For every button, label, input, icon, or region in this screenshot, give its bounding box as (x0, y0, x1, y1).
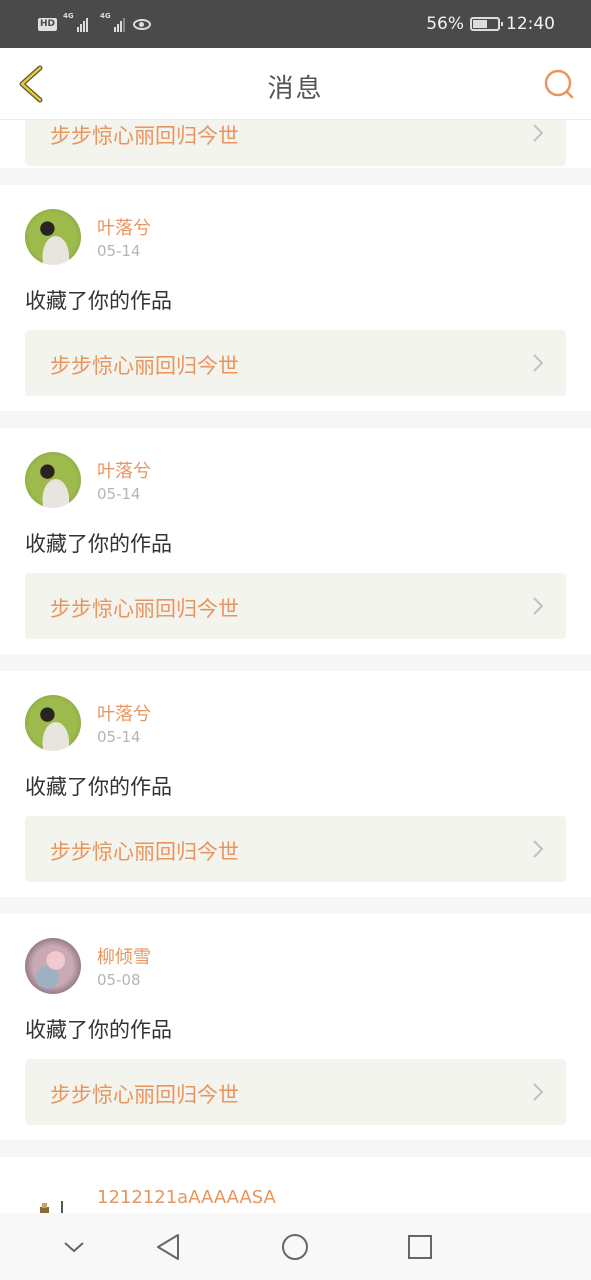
message-text: 收藏了你的作品 (25, 775, 172, 799)
message-card-partial: 1212121aAAAAASA (0, 1157, 591, 1213)
avatar[interactable] (25, 938, 81, 994)
system-home-button[interactable] (278, 1230, 312, 1264)
message-text: 收藏了你的作品 (25, 532, 172, 556)
user-name[interactable]: 叶落兮 (97, 457, 151, 483)
message-card: 叶落兮 05-14 收藏了你的作品 步步惊心丽回归今世 (0, 671, 591, 897)
message-card: 叶落兮 05-14 收藏了你的作品 步步惊心丽回归今世 (0, 185, 591, 411)
message-date: 05-14 (97, 728, 141, 746)
status-bar: HD 4G 4G 56% 12:40 (0, 0, 591, 48)
work-title: 步步惊心丽回归今世 (50, 597, 239, 621)
avatar-icon[interactable] (38, 1199, 68, 1213)
message-date: 05-14 (97, 485, 141, 503)
work-title: 步步惊心丽回归今世 (50, 354, 239, 378)
recents-square-icon (408, 1235, 432, 1259)
search-icon (544, 69, 574, 99)
home-circle-icon (282, 1234, 308, 1260)
system-nav-bar (0, 1213, 591, 1280)
chevron-right-icon (533, 1083, 544, 1101)
work-link[interactable]: 步步惊心丽回归今世 (25, 120, 566, 166)
chevron-down-icon (64, 1242, 84, 1253)
work-link[interactable]: 步步惊心丽回归今世 (25, 573, 566, 639)
battery-percent: 56% (426, 14, 464, 34)
clock: 12:40 (506, 14, 555, 34)
battery-icon (470, 17, 503, 31)
message-card-partial: 步步惊心丽回归今世 (0, 120, 591, 168)
divider (0, 654, 591, 671)
user-name[interactable]: 叶落兮 (97, 214, 151, 240)
divider (0, 168, 591, 185)
divider (0, 897, 591, 914)
hide-nav-button[interactable] (57, 1230, 91, 1264)
work-link[interactable]: 步步惊心丽回归今世 (25, 816, 566, 882)
search-button[interactable] (543, 68, 575, 100)
work-title: 步步惊心丽回归今世 (50, 840, 239, 864)
avatar[interactable] (25, 209, 81, 265)
chevron-right-icon (533, 840, 544, 858)
message-card: 柳倾雪 05-08 收藏了你的作品 步步惊心丽回归今世 (0, 914, 591, 1140)
hd-badge: HD (38, 17, 58, 31)
message-list[interactable]: 步步惊心丽回归今世 叶落兮 05-14 收藏了你的作品 步步惊心丽回归今世 叶落… (0, 120, 591, 1213)
user-name[interactable]: 叶落兮 (97, 700, 151, 726)
message-date: 05-08 (97, 971, 141, 989)
work-link[interactable]: 步步惊心丽回归今世 (25, 330, 566, 396)
signal-icon-2: 4G (100, 12, 126, 32)
chevron-right-icon (533, 124, 544, 142)
chevron-right-icon (533, 354, 544, 372)
user-name[interactable]: 柳倾雪 (97, 943, 151, 969)
avatar[interactable] (25, 695, 81, 751)
work-title: 步步惊心丽回归今世 (50, 124, 239, 148)
message-date: 05-14 (97, 242, 141, 260)
system-back-button[interactable] (152, 1230, 186, 1264)
avatar[interactable] (25, 452, 81, 508)
divider (0, 1140, 591, 1157)
system-recents-button[interactable] (403, 1230, 437, 1264)
signal-icon: 4G (63, 12, 89, 32)
message-text: 收藏了你的作品 (25, 289, 172, 313)
eye-icon (133, 18, 152, 30)
status-icons-left: HD 4G 4G (38, 12, 152, 32)
work-link[interactable]: 步步惊心丽回归今世 (25, 1059, 566, 1125)
nav-bar: 消息 (0, 48, 591, 120)
user-name[interactable]: 1212121aAAAAASA (97, 1187, 276, 1208)
status-icons-right: 56% 12:40 (426, 14, 555, 34)
work-title: 步步惊心丽回归今世 (50, 1083, 239, 1107)
chevron-right-icon (533, 597, 544, 615)
page-title: 消息 (267, 74, 324, 104)
back-triangle-icon (157, 1234, 179, 1260)
message-text: 收藏了你的作品 (25, 1018, 172, 1042)
message-card: 叶落兮 05-14 收藏了你的作品 步步惊心丽回归今世 (0, 428, 591, 654)
divider (0, 411, 591, 428)
